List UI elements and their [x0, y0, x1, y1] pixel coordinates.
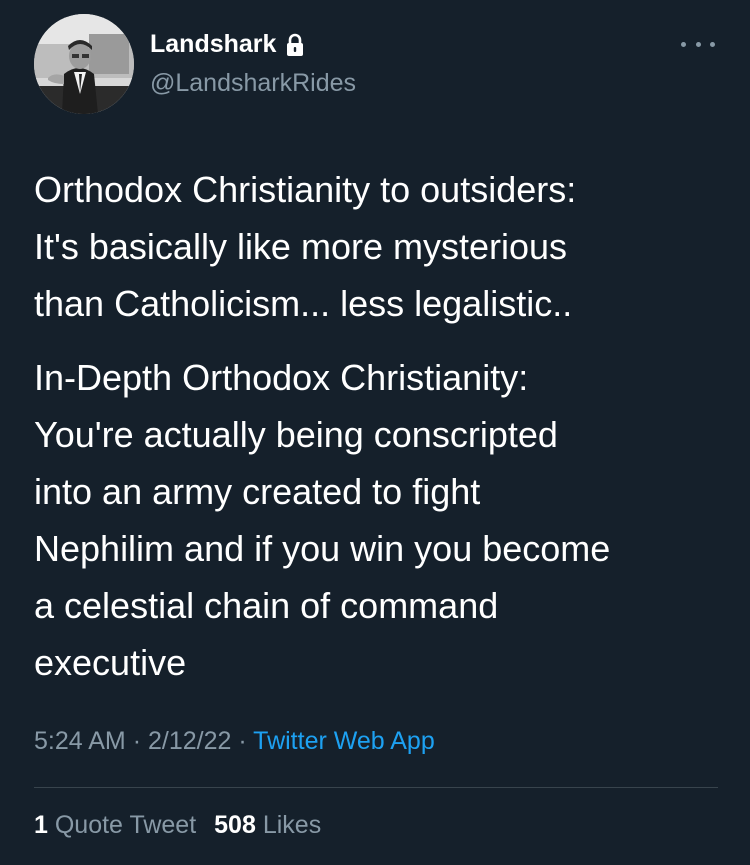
- avatar-photo: [34, 14, 134, 114]
- author-name-row: Landshark: [150, 30, 305, 59]
- lock-icon: [287, 33, 304, 56]
- like-label: Likes: [262, 811, 322, 839]
- like-count: 508: [214, 811, 256, 839]
- meta-separator: ·: [132, 727, 142, 755]
- tweet-paragraph: In-Depth Orthodox Christianity: You're ac…: [34, 349, 734, 691]
- meta-separator: ·: [238, 727, 247, 755]
- tweet-paragraph: Orthodox Christianity to outsiders: It's …: [34, 161, 734, 332]
- avatar[interactable]: [34, 14, 134, 114]
- tweet-line: into an army created to fight: [34, 471, 481, 512]
- display-name[interactable]: Landshark: [150, 30, 276, 59]
- tweet-line: than Catholicism... less legalistic..: [34, 283, 573, 324]
- tweet-line: Nephilim and if you win you become: [34, 528, 611, 569]
- tweet-line: You're actually being conscripted: [34, 414, 558, 455]
- tweet-line: In-Depth Orthodox Christianity:: [34, 357, 529, 398]
- tweet-line: executive: [34, 642, 187, 683]
- tweet-date[interactable]: 2/12/22: [148, 727, 231, 755]
- divider: [34, 787, 718, 788]
- user-handle[interactable]: @LandsharkRides: [150, 69, 356, 98]
- tweet-meta: 5:24 AM · 2/12/22 · Twitter Web App: [34, 727, 435, 756]
- quote-tweets-stat[interactable]: 1 Quote Tweet: [34, 811, 196, 839]
- tweet-stats: 1 Quote Tweet 508 Likes: [34, 811, 321, 840]
- tweet-time[interactable]: 5:24 AM: [34, 727, 126, 755]
- quote-label: Quote Tweet: [54, 811, 197, 839]
- tweet-line: a celestial chain of command: [34, 585, 499, 626]
- quote-count: 1: [34, 811, 48, 839]
- tweet-line: It's basically like more mysterious: [34, 226, 568, 267]
- likes-stat[interactable]: 508 Likes: [214, 811, 321, 839]
- tweet-text: Orthodox Christianity to outsiders: It's …: [34, 161, 734, 691]
- tweet-source-link[interactable]: Twitter Web App: [253, 727, 435, 755]
- tweet-line: Orthodox Christianity to outsiders:: [34, 169, 577, 210]
- more-options-icon[interactable]: [681, 34, 715, 54]
